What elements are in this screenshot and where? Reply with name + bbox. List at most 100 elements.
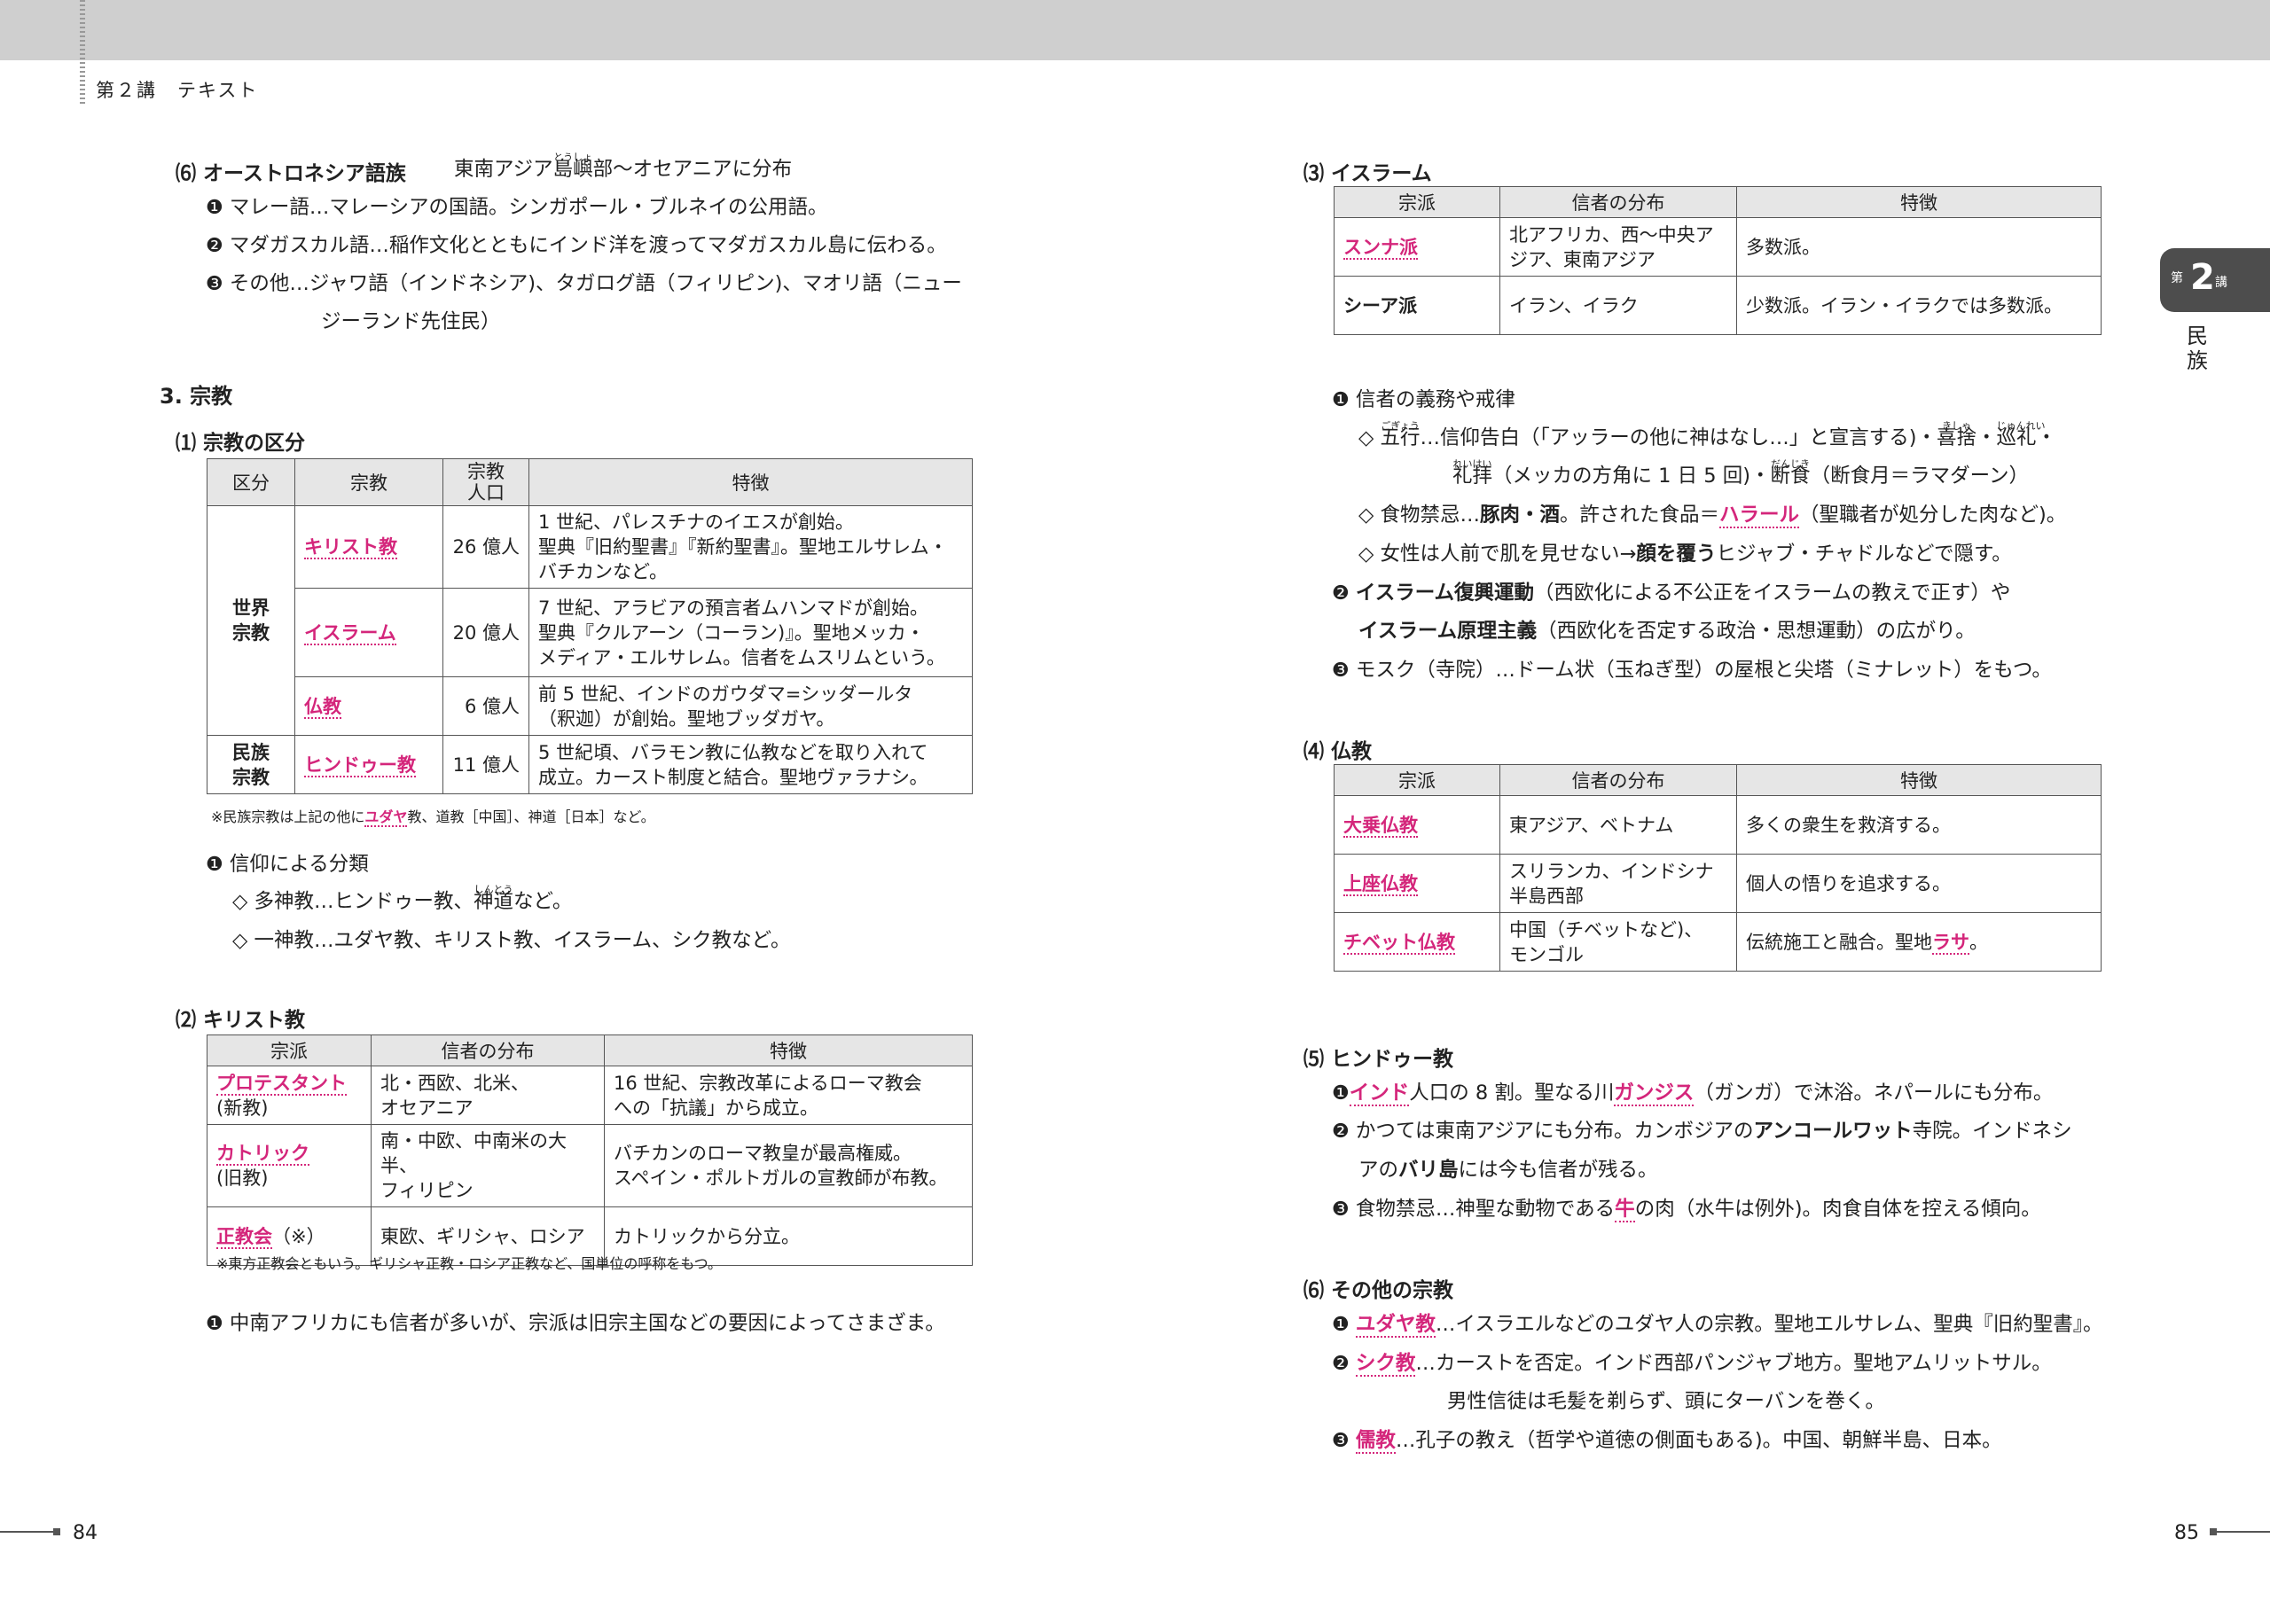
list-item-continued: ジーランド先住民） [321,310,501,333]
religion-feature: 前 5 世紀、インドのガウダマ=シッダールタ （釈迦）が創始。聖地ブッダガヤ。 [528,676,973,736]
sect-name: スンナ派 [1334,217,1500,277]
table-row: プロテスタント (新教) 北・西欧、北米、 オセアニア 16 世紀、宗教改革によるロ… [207,1066,973,1125]
religion-name: イスラーム [294,588,443,677]
sect-distribution: 中国（チベットなど)、 モンゴル [1499,912,1737,972]
table-header: 特徴 [1736,764,2102,796]
sect-feature: 伝統施工と融合。聖地ラサ。 [1736,912,2102,972]
sect-feature: 少数派。イラン・イラクでは多数派。 [1736,276,2102,335]
list-item: ❶ ユダヤ教…イスラエルなどのユダヤ人の宗教。聖地エルサレム、聖典『旧約聖書』。 [1332,1313,2103,1338]
section-2-heading: ⑵ キリスト教 [176,1009,306,1032]
sect-distribution: スリランカ、インドシナ 半島西部 [1499,854,1737,913]
table-note: ※民族宗教は上記の他にユダヤ教、道教［中国］、神道［日本］など。 [211,808,655,827]
table-row: 世界 宗教 キリスト教 26 億人 1 世紀、パレスチナのイエスが創始。 聖典『旧約… [207,505,973,736]
list-item: ❶ マレー語…マレーシアの国語。シンガポール・ブルネイの公用語。 [206,196,828,219]
chapter-tab-label: 民族 [2187,324,2208,373]
list-item: ◇ 五行 ごぎょう …信仰告白（「アッラーの他に神はなし…」と宣言する)・喜捨 きしゃ… [1358,420,2057,449]
sect-name: プロテスタント (新教) [207,1066,372,1125]
list-item-continued: イスラーム原理主義（西欧化を否定する政治・思想運動）の広がり。 [1358,620,1976,643]
religion-name: 仏教 [294,676,443,736]
section-3-heading: ⑶ イスラーム [1303,162,1432,185]
religion-population: 11 億人 [442,735,529,794]
page-number-left: 84 [73,1522,98,1544]
table-row: スンナ派 北アフリカ、西～中央ア ジア、東南アジア 多数派。 [1334,217,2102,277]
religion-population: 20 億人 [442,588,529,677]
sect-name: チベット仏教 [1334,912,1500,972]
table-note: ※東方正教会ともいう。ギリシャ正教・ロシア正教など、国単位の呼称をもつ。 [216,1255,723,1272]
sect-name: カトリック (旧教) [207,1124,372,1207]
sect-name: 上座仏教 [1334,854,1500,913]
table-header: 特徴 [604,1035,973,1066]
religion-heading: 3. 宗教 [160,384,233,409]
section-4-heading: ⑷ 仏教 [1303,740,1373,763]
list-item: ❷ イスラーム復興運動（西欧化による不公正をイスラームの教えで正す）や [1332,582,2011,605]
list-item: ❷ マダガスカル語…稲作文化とともにインド洋を渡ってマダガスカル島に伝わる。 [206,234,947,257]
table-header: 宗教 [294,458,443,506]
sect-distribution: 東アジア、ベトナム [1499,795,1737,855]
religion-population: 6 億人 [442,676,529,736]
sect-name: シーア派 [1334,276,1500,335]
chapter-tab: 第 2 講 [2160,248,2270,312]
list-item: ❷ シク教…カーストを否定。インド西部パンジャブ地方。聖地アムリットサル。 [1332,1352,2052,1377]
table-header: 信者の分布 [1499,186,1737,218]
chapter-tab-number: 2 [2190,257,2215,298]
table-header: 特徴 [1736,186,2102,218]
religion-feature: 7 世紀、アラビアの預言者ムハンマドが創始。 聖典『クルアーン（コーラン)』。聖地… [528,588,973,677]
sect-name: 大乗仏教 [1334,795,1500,855]
sect-feature: バチカンのローマ教皇が最高権威。 スペイン・ポルトガルの宣教師が布教。 [604,1124,973,1207]
chapter-tab-prefix: 第 [2171,271,2183,285]
religion-name: キリスト教 [294,505,443,589]
sect-distribution: 北・西欧、北米、 オセアニア [371,1066,605,1125]
list-item-continued: 男性信徒は毛髪を剃らず、頭にターバンを巻く。 [1447,1390,1885,1413]
list-item: ❸ モスク（寺院）…ドーム状（玉ねぎ型）の屋根と尖塔（ミナレット）をもつ。 [1332,659,2052,682]
table-header: 宗教 人口 [442,458,529,506]
religion-name: ヒンドゥー教 [294,735,443,794]
list-item-continued: アのバリ島には今も信者が残る。 [1358,1159,1658,1182]
list-item: ❶インド人口の 8 割。聖なる川ガンジス（ガンガ）で沐浴。ネパールにも分布。 [1332,1081,2054,1106]
table-header: 信者の分布 [371,1035,605,1066]
islam-table: 宗派 信者の分布 特徴 スンナ派 北アフリカ、西～中央ア ジア、東南アジア 多数派… [1334,186,2102,335]
table-row: チベット仏教 中国（チベットなど)、 モンゴル 伝統施工と融合。聖地ラサ。 [1334,912,2102,972]
table-header: 宗派 [1334,186,1500,218]
binding-marks [80,0,85,105]
page-line-left [0,1531,55,1533]
top-band [0,0,2270,60]
sect-feature: 16 世紀、宗教改革によるローマ教会 への「抗議」から成立。 [604,1066,973,1125]
table-row: カトリック (旧教) 南・中欧、中南米の大半、 フィリピン バチカンのローマ教皇が最… [207,1124,973,1207]
table-row: 民族 宗教 ヒンドゥー教 11 億人 5 世紀頃、バラモン教に仏教などを取り入れて… [207,735,973,794]
list-item: ◇ 食物禁忌…豚肉・酒。許された食品＝ハラール（聖職者が処分した肉など)。 [1358,504,2067,528]
list-item: ❶ 信者の義務や戒律 [1332,388,1515,411]
religion-population: 26 億人 [442,505,529,589]
table-row: 仏教 6 億人 前 5 世紀、インドのガウダマ=シッダールタ （釈迦）が創始。聖地… [207,676,973,736]
section-6-heading: ⑹ オーストロネシア語族 [176,162,406,185]
religion-classification-table: 区分 宗教 宗教 人口 特徴 世界 宗教 キリスト教 26 億人 1 世紀、パレスチ… [207,458,973,794]
section-6-subtitle: 東南アジア島嶼 とうしょ 部～オセアニアに分布 [454,152,793,181]
page-number-right: 85 [2174,1522,2199,1544]
sect-distribution: イラン、イラク [1499,276,1737,335]
sect-feature: 多数派。 [1736,217,2102,277]
section-5-heading: ⑸ ヒンドゥー教 [1303,1048,1454,1071]
religion-feature: 1 世紀、パレスチナのイエスが創始。 聖典『旧約聖書』『新約聖書』。聖地エルサレム… [528,505,973,589]
table-header: 特徴 [528,458,973,506]
table-header: 区分 [207,458,295,506]
list-item: ◇ 一神教…ユダヤ教、キリスト教、イスラーム、シク教など。 [232,929,791,952]
page-marker-left [53,1528,60,1535]
header-title: 第２講 テキスト [96,80,259,101]
sect-feature: 個人の悟りを追求する。 [1736,854,2102,913]
table-row: イスラーム 20 億人 7 世紀、アラビアの預言者ムハンマドが創始。 聖典『クルア… [207,588,973,677]
list-item: ◇ 多神教…ヒンドゥー教、神道 しんとう など。 [232,884,573,913]
chapter-tab-suffix: 講 [2215,276,2227,290]
table-header: 宗派 [207,1035,372,1066]
table-row: 大乗仏教 東アジア、ベトナム 多くの衆生を救済する。 [1334,795,2102,855]
table-row: 上座仏教 スリランカ、インドシナ 半島西部 個人の悟りを追求する。 [1334,854,2102,913]
list-item: ❶ 中南アフリカにも信者が多いが、宗派は旧宗主国などの要因によってさまざま。 [206,1312,945,1335]
buddhism-table: 宗派 信者の分布 特徴 大乗仏教 東アジア、ベトナム 多くの衆生を救済する。 上… [1334,764,2102,972]
list-item: ❶ 信仰による分類 [206,853,369,876]
sect-distribution: 北アフリカ、西～中央ア ジア、東南アジア [1499,217,1737,277]
list-item: ◇ 女性は人前で肌を見せない→顔を覆うヒジャブ・チャドルなどで隠す。 [1358,543,2012,566]
group-world-religion: 世界 宗教 [207,505,295,736]
list-item: ❸ その他…ジャワ語（インドネシア)、タガログ語（フィリピン)、マオリ語（ニュー [206,272,962,295]
page-line-right [2213,1531,2270,1533]
table-header: 信者の分布 [1499,764,1737,796]
sect-distribution: 南・中欧、中南米の大半、 フィリピン [371,1124,605,1207]
christianity-table: 宗派 信者の分布 特徴 プロテスタント (新教) 北・西欧、北米、 オセアニア 16… [207,1035,973,1266]
